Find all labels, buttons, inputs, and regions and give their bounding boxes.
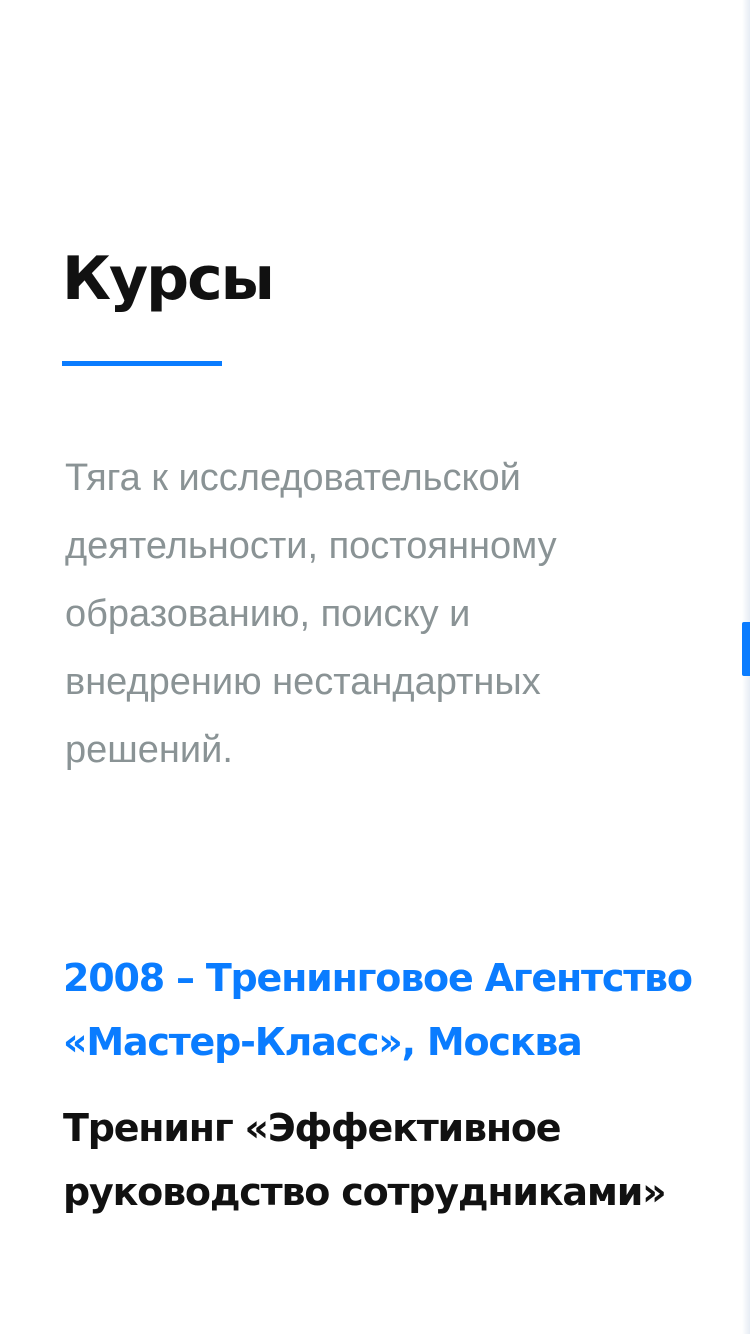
scroll-indicator[interactable]: [742, 622, 750, 676]
course-name: Тренинг «Эффективное руководство сотрудн…: [63, 1106, 667, 1214]
course-organization: 2008 – Тренинговое Агентство «Мастер-Кла…: [63, 956, 693, 1064]
section-description: Тяга к исследовательской деятельности, п…: [65, 457, 557, 771]
section-title: Курсы: [62, 244, 275, 314]
title-underline: [62, 361, 222, 366]
course-item: 2008 – Тренинговое Агентство «Мастер-Кла…: [63, 946, 723, 1224]
